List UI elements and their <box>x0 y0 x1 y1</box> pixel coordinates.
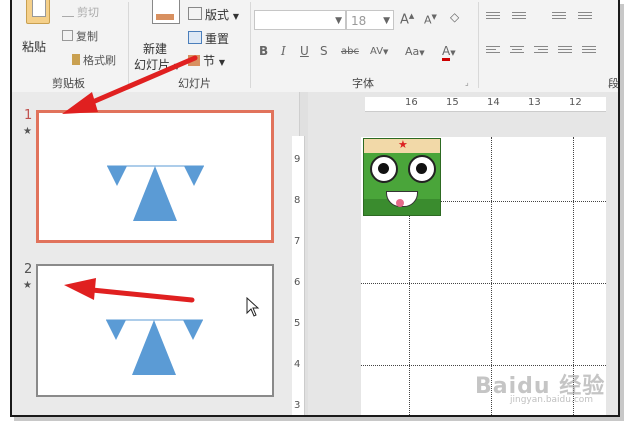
char-spacing-button[interactable]: AV▼ <box>370 46 388 57</box>
bold-button[interactable]: B <box>259 44 268 58</box>
align-left-icon[interactable] <box>486 46 500 57</box>
animation-star-icon: ★ <box>23 126 32 137</box>
shadow-button[interactable]: S <box>320 44 328 58</box>
font-name-combo[interactable]: ▼ <box>254 10 346 30</box>
brush-icon <box>72 54 80 65</box>
slide-thumbnail-1[interactable] <box>36 110 274 243</box>
slide-thumbnail-2[interactable] <box>36 264 274 397</box>
grid-line <box>441 201 606 202</box>
grow-font-button[interactable]: A▲ <box>400 12 414 27</box>
frog-picture[interactable]: ★ <box>363 138 441 216</box>
align-right-icon[interactable] <box>534 46 548 57</box>
chevron-down-icon: ▼ <box>335 16 342 26</box>
triangle-right <box>183 320 203 340</box>
reset-button[interactable]: 重置 <box>188 30 229 47</box>
grid-line <box>361 365 606 366</box>
increase-indent-icon[interactable] <box>578 12 592 23</box>
slide-number: 2 <box>24 262 33 277</box>
divider <box>250 2 251 88</box>
shrink-font-button[interactable]: A▼ <box>424 13 437 27</box>
new-slide-dropdown[interactable]: 幻灯片 ▼ <box>134 56 180 73</box>
strikethrough-button[interactable]: abc <box>341 46 359 57</box>
paste-icon[interactable] <box>26 0 50 24</box>
triangle-left <box>106 320 126 340</box>
scissors-icon <box>62 5 74 17</box>
copy-button[interactable]: 复制 <box>62 28 98 44</box>
grid-line <box>409 215 410 415</box>
section-button[interactable]: 节 ▼ <box>188 52 225 69</box>
chevron-down-icon: ▼ <box>383 16 390 26</box>
clipboard-group-label: 剪贴板 <box>52 77 85 90</box>
balance-shapes <box>106 319 203 375</box>
horizontal-ruler[interactable]: 16 15 14 13 12 <box>365 97 606 112</box>
chevron-down-icon: ▼ <box>218 58 225 67</box>
justify-icon[interactable] <box>558 46 572 57</box>
watermark-url: jingyan.baidu.com <box>510 395 594 405</box>
balance-shapes <box>107 165 204 221</box>
layout-button[interactable]: 版式 ▼ <box>188 6 239 23</box>
font-color-button[interactable]: A▼ <box>442 44 456 61</box>
copy-icon <box>62 30 73 41</box>
numbering-icon[interactable] <box>512 12 526 23</box>
triangle-center <box>132 320 176 375</box>
bullets-icon[interactable] <box>486 12 500 23</box>
new-slide-icon[interactable] <box>152 0 180 24</box>
mouse-cursor-icon <box>246 297 260 317</box>
cut-button[interactable]: 剪切 <box>62 4 99 20</box>
triangle-left <box>107 166 127 186</box>
new-slide-button[interactable]: 新建 <box>143 40 167 57</box>
distributed-icon[interactable] <box>582 46 596 57</box>
divider <box>128 2 129 88</box>
underline-button[interactable]: U <box>300 44 309 58</box>
slide-number: 1 <box>24 108 33 123</box>
ribbon: 粘贴 剪切 复制 格式刷 剪贴板 新建 幻灯片 ▼ 版式 ▼ 重置 节 ▼ 幻灯… <box>12 0 618 93</box>
decrease-indent-icon[interactable] <box>552 12 566 23</box>
clear-format-icon[interactable]: ◇ <box>450 10 459 24</box>
font-size-combo[interactable]: 18 ▼ <box>346 10 394 30</box>
font-dialog-launcher-icon[interactable]: ⌟ <box>465 78 469 87</box>
format-painter-button[interactable]: 格式刷 <box>72 52 116 68</box>
animation-star-icon: ★ <box>23 280 32 291</box>
italic-button[interactable]: I <box>281 44 286 58</box>
chevron-down-icon: ▼ <box>173 62 180 71</box>
layout-icon <box>188 7 202 20</box>
reset-icon <box>188 31 202 44</box>
chevron-down-icon: ▼ <box>232 12 239 21</box>
change-case-button[interactable]: Aa▼ <box>405 45 425 58</box>
section-icon <box>188 55 200 66</box>
vertical-ruler[interactable]: 9 8 7 6 5 4 3 <box>292 136 305 415</box>
font-group-label: 字体 <box>352 77 374 90</box>
paste-button[interactable]: 粘贴 <box>22 38 46 55</box>
slides-group-label: 幻灯片 <box>178 77 211 90</box>
triangle-center <box>133 166 177 221</box>
paragraph-group-label: 段 <box>608 77 619 90</box>
triangle-right <box>184 166 204 186</box>
align-center-icon[interactable] <box>510 46 524 57</box>
grid-line <box>361 283 606 284</box>
divider <box>478 2 479 88</box>
star-icon: ★ <box>398 138 408 151</box>
